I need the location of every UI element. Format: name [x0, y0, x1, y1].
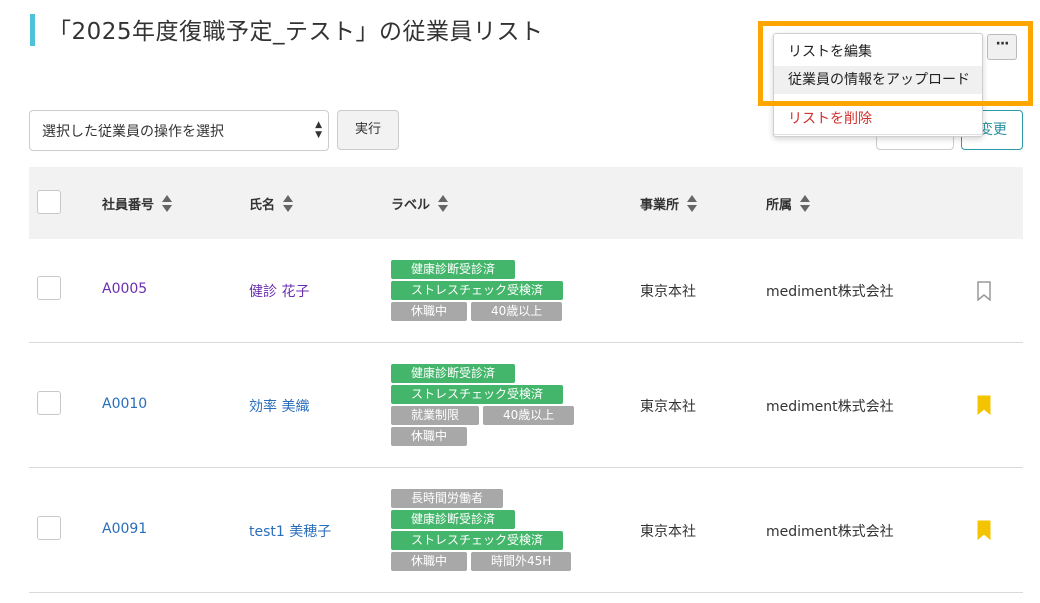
column-header-label: 所属: [766, 198, 793, 213]
menu-item-delete-list[interactable]: リストを削除: [774, 105, 982, 133]
column-header-name[interactable]: 氏名: [249, 194, 294, 214]
department-cell: mediment株式会社: [766, 399, 894, 415]
bookmark-filled-icon[interactable]: [976, 395, 992, 415]
row-checkbox[interactable]: [37, 391, 61, 415]
bulk-action-select-value: 選択した従業員の操作を選択: [42, 124, 224, 140]
table-row: A0005 健診 花子 健康診断受診済 ストレスチェック受検済 休職中 40歳以上…: [29, 239, 1023, 343]
row-checkbox[interactable]: [37, 516, 61, 540]
label-tag: 就業制限: [391, 406, 480, 425]
column-header-employee-id[interactable]: 社員番号: [102, 194, 173, 214]
label-tag: 40歳以上: [483, 406, 575, 425]
table-row: A0091 test1 美穂子 長時間労働者 健康診断受診済 ストレスチェック受…: [29, 468, 1023, 593]
row-checkbox[interactable]: [37, 276, 61, 300]
bookmark-filled-icon[interactable]: [976, 520, 992, 540]
label-tag: 健康診断受診済: [391, 260, 516, 279]
list-actions-menu: リストを編集 従業員の情報をアップロード リストを削除: [773, 33, 983, 137]
sort-icon[interactable]: [800, 195, 811, 212]
label-tag: ストレスチェック受検済: [391, 531, 564, 550]
label-list: 長時間労働者 健康診断受診済 ストレスチェック受検済 休職中 時間外45H: [391, 489, 572, 573]
bookmark-outline-icon[interactable]: [976, 281, 992, 301]
table-row: A0010 効率 美織 健康診断受診済 ストレスチェック受検済 就業制限 40歳以…: [29, 343, 1023, 468]
title-accent-bar: [30, 14, 35, 46]
employee-name-link[interactable]: test1 美穂子: [249, 521, 331, 541]
employee-name-link[interactable]: 健診 花子: [249, 281, 309, 301]
table-header: 社員番号 氏名 ラベル 事業所 所属: [29, 167, 1023, 239]
sort-icon[interactable]: [438, 195, 449, 212]
label-tag: 健康診断受診済: [391, 510, 516, 529]
label-tag: 健康診断受診済: [391, 364, 516, 383]
select-arrows-icon: ▲ ▼: [315, 120, 322, 140]
label-tag: 休職中: [391, 552, 468, 571]
column-header-label: 社員番号: [102, 198, 155, 213]
label-tag: ストレスチェック受検済: [391, 281, 564, 300]
menu-item-edit-list[interactable]: リストを編集: [774, 38, 982, 66]
department-cell: mediment株式会社: [766, 284, 894, 300]
employee-id-link[interactable]: A0005: [102, 281, 147, 297]
office-cell: 東京本社: [640, 284, 696, 300]
column-header-label: ラベル: [391, 198, 431, 213]
select-all-checkbox[interactable]: [37, 190, 61, 214]
employee-id-link[interactable]: A0010: [102, 396, 147, 412]
label-tag: ストレスチェック受検済: [391, 385, 564, 404]
column-header-label: 氏名: [249, 198, 276, 213]
office-cell: 東京本社: [640, 524, 696, 540]
execute-button[interactable]: 実行: [337, 110, 399, 150]
more-options-button[interactable]: ···: [987, 34, 1017, 60]
column-header-label: 事業所: [640, 198, 680, 213]
label-tag: 休職中: [391, 302, 468, 321]
column-header-department[interactable]: 所属: [766, 194, 811, 214]
sort-icon[interactable]: [687, 195, 698, 212]
label-tag: 長時間労働者: [391, 489, 504, 508]
label-list: 健康診断受診済 ストレスチェック受検済 休職中 40歳以上: [391, 260, 564, 323]
menu-divider: [774, 134, 982, 135]
label-tag: 時間外45H: [471, 552, 572, 571]
employee-name-link[interactable]: 効率 美織: [249, 396, 309, 416]
department-cell: mediment株式会社: [766, 524, 894, 540]
office-cell: 東京本社: [640, 399, 696, 415]
menu-item-upload-employee-info[interactable]: 従業員の情報をアップロード: [774, 66, 982, 94]
label-list: 健康診断受診済 ストレスチェック受検済 就業制限 40歳以上 休職中: [391, 364, 575, 448]
bulk-action-select[interactable]: 選択した従業員の操作を選択 ▲ ▼: [29, 110, 329, 151]
sort-icon[interactable]: [162, 195, 173, 212]
column-header-labels[interactable]: ラベル: [391, 194, 449, 214]
employee-id-link[interactable]: A0091: [102, 521, 147, 537]
change-button-label: 変更: [979, 122, 1007, 138]
column-header-office[interactable]: 事業所: [640, 194, 698, 214]
sort-icon[interactable]: [283, 195, 294, 212]
label-tag: 40歳以上: [471, 302, 563, 321]
label-tag: 休職中: [391, 427, 468, 446]
page-title: 「2025年度復職予定_テスト」の従業員リスト: [48, 19, 544, 45]
